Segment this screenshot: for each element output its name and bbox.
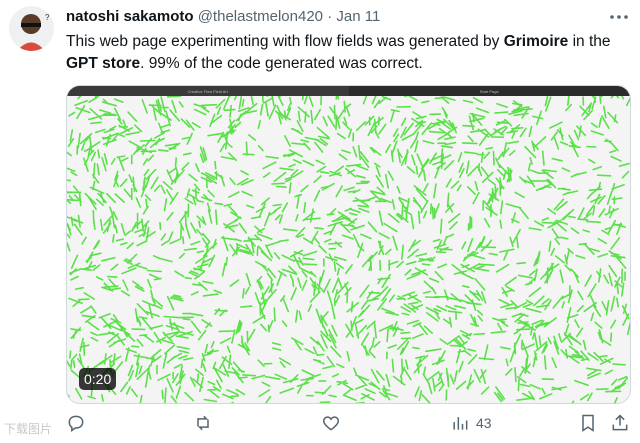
views-count: 43 — [476, 415, 492, 431]
avatar[interactable]: ? — [9, 6, 54, 51]
action-bar: 43 — [0, 413, 640, 439]
tweet-text-part2: in the — [568, 33, 611, 50]
reply-button[interactable] — [66, 413, 86, 433]
bookmark-icon — [582, 414, 594, 432]
tab-creative-flow-field: Creative Flow Field Art — [67, 86, 349, 96]
reply-icon — [68, 415, 84, 432]
bookmark-button[interactable] — [578, 413, 598, 433]
tweet-text-part3: . 99% of the code generated was correct. — [140, 55, 423, 72]
share-icon — [612, 414, 628, 431]
tweet-header: natoshi sakamoto @thelastmelon420 · Jan … — [66, 7, 380, 27]
author-name[interactable]: natoshi sakamoto — [66, 8, 194, 25]
tweet-text-grimoire: Grimoire — [503, 33, 569, 50]
like-button[interactable] — [321, 413, 341, 433]
flow-field-canvas — [67, 96, 630, 403]
watermark-text: 下载图片 — [4, 422, 53, 436]
views-icon — [453, 417, 468, 430]
more-options-icon[interactable] — [608, 6, 630, 28]
tweet-text-part1: This web page experimenting with flow fi… — [66, 33, 504, 50]
tweet-date[interactable]: Jan 11 — [336, 8, 380, 25]
video-player[interactable]: Creative Flow Field Art Start Page 0:20 — [66, 85, 631, 404]
separator-dot: · — [327, 8, 333, 25]
browser-tab-bar: Creative Flow Field Art Start Page — [67, 86, 630, 96]
flow-field-strokes — [67, 96, 630, 403]
svg-text:?: ? — [45, 13, 50, 22]
heart-icon — [322, 416, 340, 431]
retweet-icon — [197, 415, 209, 431]
share-button[interactable] — [610, 413, 630, 433]
retweet-button[interactable] — [193, 413, 213, 433]
author-handle[interactable]: @thelastmelon420 — [198, 8, 323, 25]
views-button[interactable]: 43 — [450, 413, 492, 433]
tweet-text: This web page experimenting with flow fi… — [66, 31, 626, 75]
tweet-text-gpt-store: GPT store — [66, 55, 141, 72]
video-timestamp: 0:20 — [79, 368, 117, 390]
tab-start-page: Start Page — [479, 88, 499, 94]
